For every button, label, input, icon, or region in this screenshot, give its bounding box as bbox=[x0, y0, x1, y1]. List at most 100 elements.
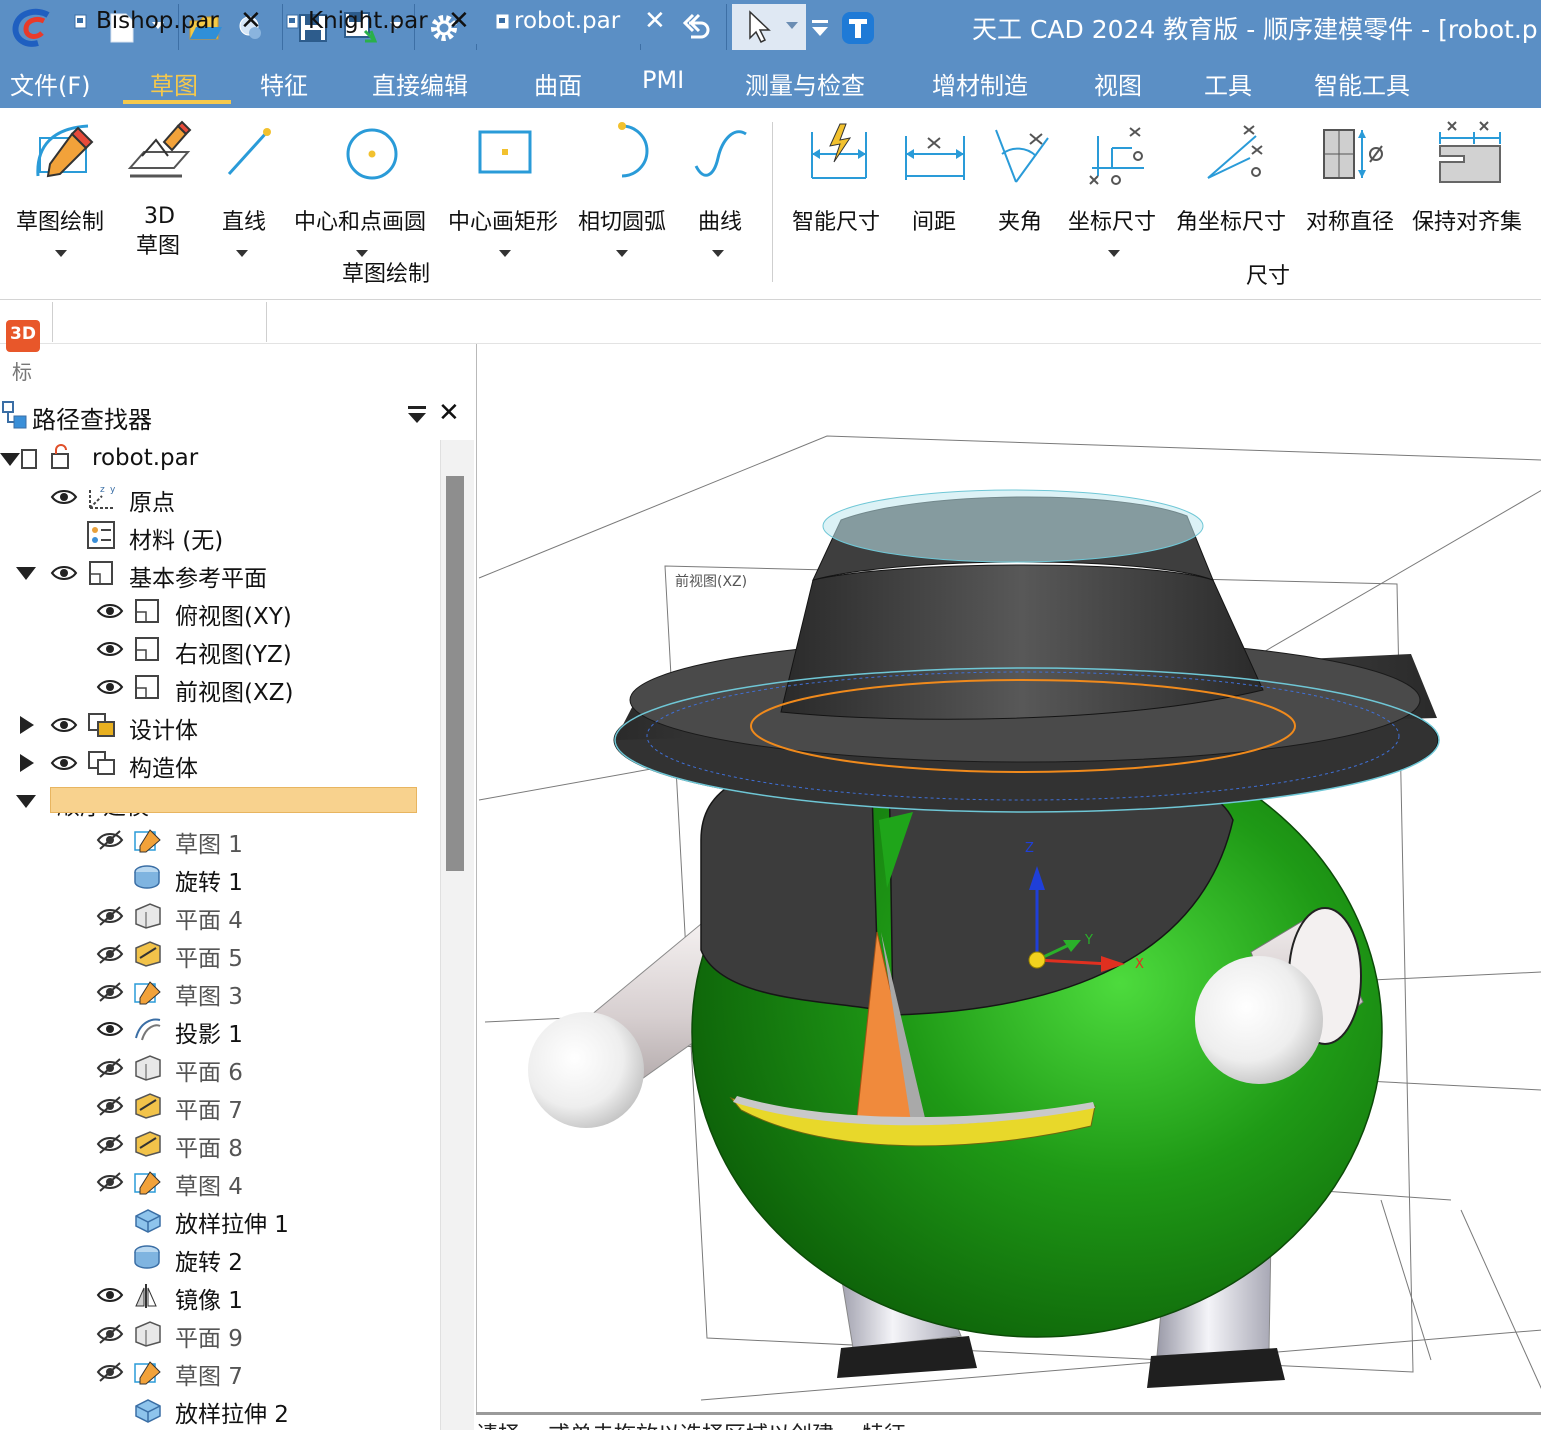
close-icon[interactable]: ✕ bbox=[448, 6, 470, 36]
visible-eye-icon[interactable] bbox=[50, 487, 78, 511]
hidden-eye-icon[interactable] bbox=[96, 1361, 124, 1387]
visible-eye-icon[interactable] bbox=[96, 639, 124, 663]
menu-file[interactable]: 文件(F) bbox=[10, 66, 91, 101]
angle-button[interactable] bbox=[986, 116, 1056, 266]
hidden-eye-icon[interactable] bbox=[96, 981, 124, 1007]
expand-icon[interactable] bbox=[20, 716, 34, 734]
keep-aligned-set-label: 保持对齐集 bbox=[1412, 210, 1523, 235]
collapse-icon[interactable] bbox=[0, 453, 20, 466]
menu-features[interactable]: 特征 bbox=[260, 66, 308, 101]
menu-pmi[interactable]: PMI bbox=[642, 66, 684, 94]
tree-item[interactable]: 构造体 bbox=[0, 744, 440, 782]
tree-item[interactable]: 草图 3 bbox=[0, 972, 440, 1010]
arc-dropdown-icon[interactable] bbox=[616, 250, 628, 257]
visible-eye-icon[interactable] bbox=[50, 715, 78, 739]
tree-item[interactable]: 平面 7 bbox=[0, 1086, 440, 1124]
tab-robot[interactable]: robot.par ✕ bbox=[476, 2, 670, 44]
visible-eye-icon[interactable] bbox=[50, 563, 78, 587]
tree-item[interactable]: 镜像 1 bbox=[0, 1276, 440, 1314]
line-dropdown-icon[interactable] bbox=[236, 250, 248, 257]
tree-item[interactable]: 右视图(YZ) bbox=[0, 630, 440, 668]
tab-bishop[interactable]: Bishop.par ✕ bbox=[60, 2, 265, 44]
tree-item[interactable]: 俯视图(XY) bbox=[0, 592, 440, 630]
curve-button[interactable] bbox=[690, 116, 754, 266]
tiangong-t-icon[interactable] bbox=[838, 8, 878, 48]
tab-label: robot.par bbox=[514, 8, 621, 34]
tree-item[interactable]: z y 原点 bbox=[0, 478, 440, 516]
tree-item[interactable]: 材料 (无) bbox=[0, 516, 440, 554]
menu-surface[interactable]: 曲面 bbox=[534, 66, 582, 101]
3d-viewport[interactable]: 前视图(XZ) Z Y X bbox=[476, 344, 1541, 1416]
visible-eye-icon[interactable] bbox=[96, 677, 124, 701]
tree-item[interactable]: 设计体 bbox=[0, 706, 440, 744]
keep-aligned-set-button[interactable] bbox=[1434, 116, 1506, 266]
tree-item[interactable]: robot.par bbox=[0, 440, 440, 478]
line-button[interactable] bbox=[212, 116, 282, 266]
hidden-eye-icon[interactable] bbox=[96, 1323, 124, 1349]
expand-icon[interactable] bbox=[20, 754, 34, 772]
tree-item[interactable]: 平面 5 bbox=[0, 934, 440, 972]
part-file-icon bbox=[496, 14, 509, 29]
tree-item[interactable]: 前视图(XZ) bbox=[0, 668, 440, 706]
visible-eye-icon[interactable] bbox=[96, 1285, 124, 1309]
collapse-icon[interactable] bbox=[16, 567, 36, 580]
visible-eye-icon[interactable] bbox=[96, 601, 124, 625]
hidden-eye-icon[interactable] bbox=[96, 905, 124, 931]
tab-knight[interactable]: Knight.par ✕ bbox=[272, 2, 477, 44]
hidden-eye-icon[interactable] bbox=[96, 1171, 124, 1197]
tree-item[interactable]: 旋转 1 bbox=[0, 858, 440, 896]
menu-smart-tools[interactable]: 智能工具 bbox=[1314, 66, 1410, 101]
coordinate-dimension-button[interactable] bbox=[1082, 116, 1152, 266]
menu-sketch[interactable]: 草图 bbox=[150, 66, 198, 101]
menu-view[interactable]: 视图 bbox=[1094, 66, 1142, 101]
tree-item[interactable]: 草图 1 bbox=[0, 820, 440, 858]
panel-menu-icon[interactable] bbox=[406, 404, 428, 426]
tree-item[interactable]: 平面 4 bbox=[0, 896, 440, 934]
tree-item[interactable]: 基本参考平面 bbox=[0, 554, 440, 592]
collapse-icon[interactable] bbox=[16, 795, 36, 808]
hidden-eye-icon[interactable] bbox=[96, 1057, 124, 1083]
tree-item[interactable]: 旋转 2 bbox=[0, 1238, 440, 1276]
center-point-circle-button[interactable] bbox=[320, 116, 410, 266]
coordinate-dimension-dropdown-icon[interactable] bbox=[1108, 250, 1120, 257]
close-icon[interactable]: ✕ bbox=[644, 6, 666, 36]
select-tool-button[interactable] bbox=[732, 4, 806, 50]
sketch-draw-dropdown-icon[interactable] bbox=[55, 250, 67, 257]
tree-item[interactable]: 平面 6 bbox=[0, 1048, 440, 1086]
customize-toolbar-icon[interactable] bbox=[808, 8, 832, 48]
menu-measure[interactable]: 测量与检查 bbox=[745, 66, 865, 101]
close-panel-icon[interactable]: ✕ bbox=[438, 398, 460, 428]
center-rectangle-button[interactable] bbox=[470, 116, 540, 266]
menu-additive[interactable]: 增材制造 bbox=[932, 66, 1028, 101]
menu-tools[interactable]: 工具 bbox=[1204, 66, 1252, 101]
close-icon[interactable]: ✕ bbox=[240, 6, 262, 36]
symmetric-diameter-button[interactable] bbox=[1318, 116, 1388, 266]
select-dropdown-icon[interactable] bbox=[786, 22, 798, 29]
rectangle-dropdown-icon[interactable] bbox=[499, 250, 511, 257]
tree-item[interactable]: 平面 9 bbox=[0, 1314, 440, 1352]
tree-item[interactable]: 放样拉伸 1 bbox=[0, 1200, 440, 1238]
tree-item[interactable]: 放样拉伸 2 bbox=[0, 1390, 440, 1428]
hidden-eye-icon[interactable] bbox=[96, 1133, 124, 1159]
distance-button[interactable] bbox=[900, 116, 970, 266]
curve-dropdown-icon[interactable] bbox=[712, 250, 724, 257]
tangent-arc-button[interactable] bbox=[590, 116, 660, 266]
side-panel-strip[interactable]: 3D 标 bbox=[0, 312, 46, 396]
hidden-eye-icon[interactable] bbox=[96, 943, 124, 969]
smart-dimension-button[interactable] bbox=[804, 116, 874, 266]
return-icon[interactable] bbox=[676, 8, 716, 48]
cbody-icon bbox=[86, 748, 118, 782]
visible-eye-icon[interactable] bbox=[96, 1019, 124, 1043]
tree-item[interactable]: 草图 7 bbox=[0, 1352, 440, 1390]
app-logo-icon[interactable] bbox=[8, 8, 58, 48]
document-tab-bar bbox=[0, 300, 1541, 344]
angular-coordinate-button[interactable] bbox=[1200, 116, 1270, 266]
tree-item[interactable]: 投影 1 bbox=[0, 1010, 440, 1048]
tree-scrollbar-thumb[interactable] bbox=[446, 476, 464, 871]
hidden-eye-icon[interactable] bbox=[96, 1095, 124, 1121]
menu-direct-edit[interactable]: 直接编辑 bbox=[372, 66, 468, 101]
tree-item[interactable]: 平面 8 bbox=[0, 1124, 440, 1162]
hidden-eye-icon[interactable] bbox=[96, 829, 124, 855]
visible-eye-icon[interactable] bbox=[50, 753, 78, 777]
tree-item[interactable]: 草图 4 bbox=[0, 1162, 440, 1200]
